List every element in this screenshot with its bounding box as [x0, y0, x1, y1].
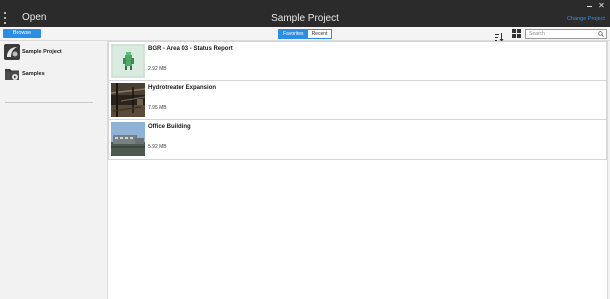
- file-row[interactable]: Hydrotreater Expansion 7.95 MB: [109, 81, 606, 120]
- tab-favorites[interactable]: Favorites: [279, 30, 308, 38]
- sort-icon[interactable]: [495, 29, 504, 42]
- project-thumbnail: [4, 44, 20, 60]
- file-size: 5.92 MB: [148, 144, 167, 150]
- change-project-link[interactable]: Change Project: [567, 16, 605, 22]
- project-title: Sample Project: [271, 13, 339, 24]
- file-name: Hydrotreater Expansion: [148, 85, 217, 91]
- title-bar: Open Sample Project ✕ Change Project: [0, 0, 610, 27]
- tab-recent[interactable]: Recent: [307, 30, 332, 38]
- file-row[interactable]: Office Building 5.92 MB: [109, 120, 606, 159]
- samples-folder-icon: [4, 66, 20, 82]
- toolbar: Browse Favorites Recent: [0, 27, 610, 42]
- file-size: 7.95 MB: [148, 105, 167, 111]
- sidebar: Sample Project Samples: [0, 41, 108, 299]
- main-content: BGR - Area 03 - Status Report 2.92 MB Hy…: [108, 41, 607, 299]
- file-name: BGR - Area 03 - Status Report: [148, 46, 233, 52]
- search-input[interactable]: [529, 30, 595, 38]
- sidebar-item-label: Samples: [22, 71, 45, 77]
- minimize-icon[interactable]: [586, 2, 594, 10]
- search-box: [525, 29, 607, 39]
- file-name: Office Building: [148, 124, 191, 130]
- search-icon[interactable]: [598, 31, 604, 37]
- plant-thumbnail: [111, 83, 145, 117]
- app-window: Open Sample Project ✕ Change Project Bro…: [0, 0, 610, 299]
- file-list: BGR - Area 03 - Status Report 2.92 MB Hy…: [108, 41, 607, 160]
- building-thumbnail: [111, 122, 145, 156]
- close-icon[interactable]: ✕: [597, 1, 606, 10]
- browse-button[interactable]: Browse: [3, 29, 41, 38]
- sidebar-divider: [5, 102, 93, 103]
- file-row[interactable]: BGR - Area 03 - Status Report 2.92 MB: [109, 42, 606, 81]
- sidebar-item-samples[interactable]: Samples: [2, 66, 106, 86]
- sidebar-item-label: Sample Project: [22, 49, 62, 55]
- grid-view-icon[interactable]: [512, 29, 521, 38]
- report-thumbnail: [111, 44, 145, 78]
- sidebar-item-sample-project[interactable]: Sample Project: [2, 44, 106, 64]
- file-size: 2.92 MB: [148, 66, 167, 72]
- view-tabs: Favorites Recent: [278, 29, 333, 39]
